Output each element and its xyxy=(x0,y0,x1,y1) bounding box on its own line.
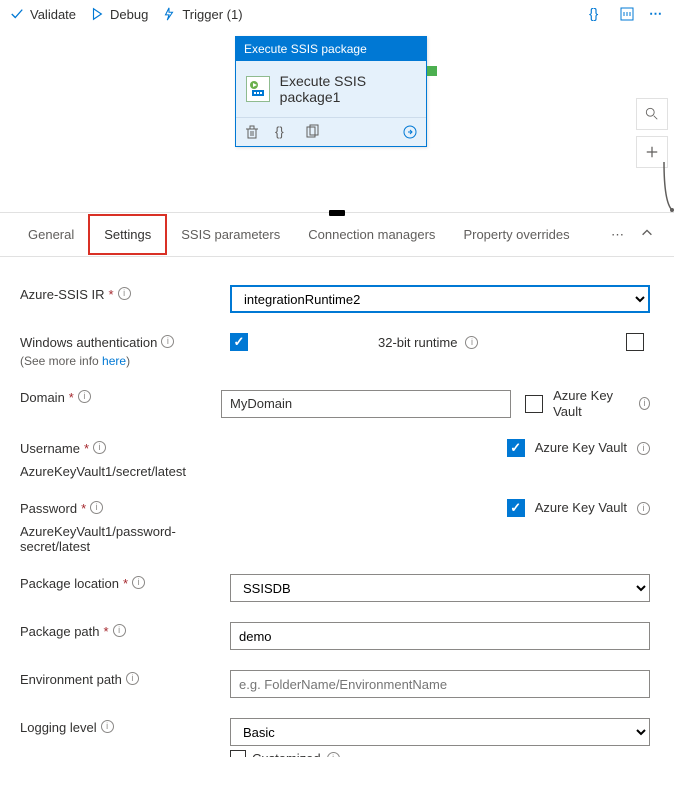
row-win-auth: Windows authenticationi (See more info h… xyxy=(20,321,650,376)
collapse-pane-icon[interactable] xyxy=(634,226,660,243)
checkmark-icon xyxy=(10,7,24,21)
trigger-label: Trigger (1) xyxy=(182,7,242,22)
info-icon[interactable]: i xyxy=(465,336,478,349)
row-azure-ssis-ir: Azure-SSIS IR*i integrationRuntime2 xyxy=(20,273,650,321)
win-auth-checkbox[interactable] xyxy=(230,333,248,351)
label-win-auth: Windows authenticationi (See more info h… xyxy=(20,333,230,368)
info-icon[interactable]: i xyxy=(637,442,650,455)
tab-ssis-parameters[interactable]: SSIS parameters xyxy=(167,216,294,253)
label-password: Password*i AzureKeyVault1/password-secre… xyxy=(20,499,230,554)
info-icon[interactable]: i xyxy=(90,501,103,514)
code-icon[interactable] xyxy=(619,6,635,22)
debug-button[interactable]: Debug xyxy=(90,7,148,22)
info-icon[interactable]: i xyxy=(639,397,650,410)
label-env-path: Environment pathi xyxy=(20,670,230,687)
activity-header: Execute SSIS package xyxy=(236,37,426,61)
package-path-input[interactable] xyxy=(230,622,650,650)
plus-icon xyxy=(645,145,659,159)
win-auth-sublabel: (See more info here) xyxy=(20,354,230,368)
domain-akv-label: Azure Key Vault xyxy=(553,388,629,419)
play-icon xyxy=(90,7,104,21)
delete-icon[interactable] xyxy=(244,124,260,140)
scroll-curve xyxy=(654,162,674,212)
svg-text:{}: {} xyxy=(589,6,599,21)
success-connector[interactable] xyxy=(427,66,437,76)
row-package-path: Package path*i xyxy=(20,610,650,658)
info-icon[interactable]: i xyxy=(637,502,650,515)
customized-checkbox[interactable] xyxy=(230,750,246,757)
settings-pane: Azure-SSIS IR*i integrationRuntime2 Wind… xyxy=(0,257,674,757)
tab-property-overrides[interactable]: Property overrides xyxy=(449,216,583,253)
label-package-location: Package location*i xyxy=(20,574,230,591)
env-path-input[interactable] xyxy=(230,670,650,698)
row-env-path: Environment pathi xyxy=(20,658,650,706)
label-domain: Domain*i xyxy=(20,388,221,405)
info-icon[interactable]: i xyxy=(93,441,106,454)
customized-label: Customized xyxy=(252,751,321,757)
win-auth-link[interactable]: here xyxy=(102,354,126,368)
info-icon[interactable]: i xyxy=(118,287,131,300)
tab-overflow-icon[interactable]: ⋯ xyxy=(601,227,634,243)
info-icon[interactable]: i xyxy=(113,624,126,637)
row-package-location: Package location*i SSISDB xyxy=(20,562,650,610)
label-package-path: Package path*i xyxy=(20,622,230,639)
validate-label: Validate xyxy=(30,7,76,22)
toolbar: Validate Debug Trigger (1) {} ⋯ xyxy=(0,0,674,28)
row-password: Password*i AzureKeyVault1/password-secre… xyxy=(20,487,650,562)
designer-canvas[interactable]: Execute SSIS package Execute SSIS packag… xyxy=(0,28,674,213)
info-icon[interactable]: i xyxy=(132,576,145,589)
info-icon[interactable]: i xyxy=(78,390,91,403)
copy-icon[interactable] xyxy=(304,124,320,140)
activity-body: Execute SSIS package1 xyxy=(236,61,426,117)
logging-level-select[interactable]: Basic xyxy=(230,718,650,746)
trigger-button[interactable]: Trigger (1) xyxy=(162,7,242,22)
info-icon[interactable]: i xyxy=(126,672,139,685)
canvas-side-tools xyxy=(636,98,668,168)
domain-akv-checkbox[interactable] xyxy=(525,395,543,413)
info-icon[interactable]: i xyxy=(161,335,174,348)
bolt-icon xyxy=(162,7,176,21)
32bit-checkbox[interactable] xyxy=(626,333,644,351)
package-location-select[interactable]: SSISDB xyxy=(230,574,650,602)
ssis-icon xyxy=(246,76,270,102)
info-icon[interactable]: i xyxy=(327,752,340,757)
debug-label: Debug xyxy=(110,7,148,22)
braces-icon[interactable]: {} xyxy=(589,6,605,22)
tab-connection-managers[interactable]: Connection managers xyxy=(294,216,449,253)
username-akv-checkbox[interactable] xyxy=(507,439,525,457)
search-icon xyxy=(645,107,659,121)
label-logging-level: Logging leveli xyxy=(20,718,230,735)
row-domain: Domain*i Azure Key Vault i xyxy=(20,376,650,427)
activity-name: Execute SSIS package1 xyxy=(280,73,416,105)
label-azure-ssis-ir: Azure-SSIS IR*i xyxy=(20,285,230,302)
activity-node[interactable]: Execute SSIS package Execute SSIS packag… xyxy=(235,36,427,147)
resize-grip[interactable] xyxy=(329,210,345,216)
domain-input[interactable] xyxy=(221,390,511,418)
tab-settings[interactable]: Settings xyxy=(88,214,167,255)
braces-icon[interactable]: {} xyxy=(274,124,290,140)
tabs: General Settings SSIS parameters Connect… xyxy=(0,213,674,257)
password-akv-checkbox[interactable] xyxy=(507,499,525,517)
activity-footer: {} xyxy=(236,117,426,146)
search-tool[interactable] xyxy=(636,98,668,130)
info-icon[interactable]: i xyxy=(101,720,114,733)
label-username: Username*i AzureKeyVault1/secret/latest xyxy=(20,439,230,479)
arrow-right-icon[interactable] xyxy=(402,124,418,140)
password-value: AzureKeyVault1/password-secret/latest xyxy=(20,520,230,554)
more-icon[interactable]: ⋯ xyxy=(649,6,664,22)
username-value: AzureKeyVault1/secret/latest xyxy=(20,460,230,479)
label-32bit: 32-bit runtime xyxy=(378,335,457,350)
password-akv-label: Azure Key Vault xyxy=(535,500,627,516)
svg-text:{}: {} xyxy=(275,124,284,139)
row-logging-level: Logging leveli Basic Customized i xyxy=(20,706,650,757)
azure-ssis-ir-select[interactable]: integrationRuntime2 xyxy=(230,285,650,313)
validate-button[interactable]: Validate xyxy=(10,7,76,22)
tab-general[interactable]: General xyxy=(14,216,88,253)
username-akv-label: Azure Key Vault xyxy=(535,440,627,456)
row-username: Username*i AzureKeyVault1/secret/latest … xyxy=(20,427,650,487)
